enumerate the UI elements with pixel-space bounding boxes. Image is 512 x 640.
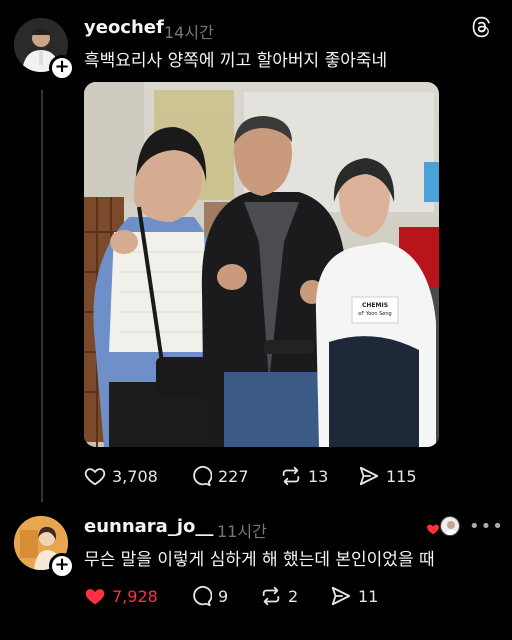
- more-icon[interactable]: •••: [469, 516, 504, 537]
- repost-icon: [262, 586, 280, 606]
- repost-icon: [282, 466, 300, 486]
- thread-connector-line: [41, 90, 43, 502]
- reply-share-button[interactable]: 11: [330, 585, 378, 607]
- post-like-count: 3,708: [112, 466, 158, 486]
- reply-comment-count: 9: [218, 586, 229, 606]
- follow-plus-button[interactable]: +: [49, 55, 75, 81]
- reply-repost-button[interactable]: 2: [260, 585, 298, 607]
- post-time: 14시간: [164, 23, 214, 42]
- coat-chef-name: eF Yoon Seng: [358, 311, 392, 317]
- plus-icon: +: [54, 56, 70, 77]
- comment-icon: [193, 586, 212, 607]
- reply-comment-button[interactable]: 9: [190, 585, 228, 607]
- reply-like-count: 7,928: [112, 586, 158, 606]
- reply-like-button[interactable]: 7,928: [84, 585, 158, 607]
- author-liked-heart-icon: [427, 524, 439, 535]
- heart-filled-icon: [85, 589, 105, 605]
- post-share-count: 115: [386, 466, 417, 486]
- post-repost-button[interactable]: 13: [280, 465, 328, 487]
- post-comment-button[interactable]: 227: [190, 465, 249, 487]
- coat-label-text: CHEMIS eF Yoon Seng: [352, 302, 398, 318]
- plus-icon: +: [54, 554, 70, 575]
- post-share-button[interactable]: 115: [358, 465, 417, 487]
- post-text: 흑백요리사 양쪽에 끼고 할아버지 좋아죽네: [84, 51, 388, 71]
- comment-icon: [193, 466, 212, 487]
- reply-follow-plus-button[interactable]: +: [49, 553, 75, 579]
- coat-brand: CHEMIS: [361, 302, 389, 309]
- share-icon: [331, 586, 351, 606]
- threads-logo-icon[interactable]: [470, 16, 492, 38]
- reply-share-count: 11: [358, 586, 379, 606]
- reply-time: 11시간: [217, 522, 267, 541]
- group-photo-image: [84, 82, 439, 447]
- post-username[interactable]: yeochef: [84, 17, 164, 38]
- author-liked-avatar: [440, 516, 460, 536]
- reply-text: 무슨 말을 이렇게 심하게 해 했는데 본인이었을 때: [84, 550, 435, 570]
- reply-username[interactable]: eunnara_jo__: [84, 516, 213, 537]
- post-comment-count: 227: [218, 466, 249, 486]
- reply-repost-count: 2: [288, 586, 299, 606]
- post-photo[interactable]: CHEMIS eF Yoon Seng: [84, 82, 439, 447]
- share-icon: [359, 466, 379, 486]
- heart-icon: [84, 468, 106, 486]
- post-like-button[interactable]: 3,708: [84, 465, 158, 487]
- post-repost-count: 13: [308, 466, 329, 486]
